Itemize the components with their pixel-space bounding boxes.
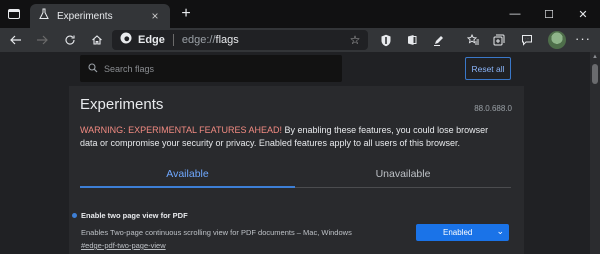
address-bar-url: edge://flags (181, 34, 239, 46)
collections-icon[interactable] (491, 32, 507, 48)
flag-name: Enable two page view for PDF (81, 211, 188, 220)
office-extension-icon[interactable] (404, 32, 420, 48)
flags-tabs: Available Unavailable (80, 162, 511, 188)
back-button[interactable] (6, 30, 26, 50)
flag-state-value: Enabled (443, 228, 473, 237)
chevron-down-icon: ⌄ (496, 226, 504, 236)
flag-state-select[interactable]: Enabled ⌄ (416, 224, 509, 241)
new-tab-button[interactable]: + (178, 6, 194, 22)
scroll-thumb[interactable] (592, 64, 598, 84)
minimize-button[interactable]: — (498, 0, 532, 28)
close-window-button[interactable]: ✕ (566, 0, 600, 28)
profile-avatar[interactable] (548, 31, 566, 49)
tab-title: Experiments (57, 10, 113, 22)
edge-logo-icon (120, 31, 132, 49)
tab-experiments[interactable]: Experiments × (30, 4, 170, 28)
page-scrollbar[interactable]: ▲ (590, 52, 600, 254)
forward-button[interactable] (32, 30, 52, 50)
favorites-list-icon[interactable] (465, 32, 481, 48)
close-tab-icon[interactable]: × (148, 9, 162, 23)
flag-permalink[interactable]: #edge-pdf-two-page-view (81, 241, 166, 250)
shield-extension-icon[interactable] (378, 32, 394, 48)
experiments-panel: Experiments 88.0.688.0 WARNING: EXPERIME… (69, 86, 524, 254)
warning-heading: WARNING: EXPERIMENTAL FEATURES AHEAD! (80, 125, 283, 135)
modified-indicator (72, 213, 77, 218)
page-title: Experiments (80, 96, 164, 113)
maximize-button[interactable]: ☐ (532, 0, 566, 28)
refresh-button[interactable] (60, 30, 80, 50)
version-label: 88.0.688.0 (474, 104, 512, 113)
flag-description: Enables Two-page continuous scrolling vi… (81, 228, 352, 237)
browser-toolbar: Edge edge://flags ☆ ··· (0, 28, 600, 52)
settings-more-icon[interactable]: ··· (574, 32, 592, 48)
tab-actions-icon[interactable] (0, 0, 28, 28)
flask-icon (38, 7, 50, 25)
tab-unavailable[interactable]: Unavailable (295, 162, 511, 188)
favorite-star-icon[interactable]: ☆ (348, 33, 362, 47)
flags-page: Search flags Reset all Experiments 88.0.… (0, 52, 590, 254)
search-icon (88, 60, 98, 78)
warning-message: WARNING: EXPERIMENTAL FEATURES AHEAD! By… (80, 124, 505, 150)
address-bar-brand: Edge (138, 34, 165, 46)
pen-extension-icon[interactable] (431, 32, 447, 48)
address-bar-divider (172, 34, 174, 46)
home-button[interactable] (87, 30, 107, 50)
tab-available[interactable]: Available (80, 162, 295, 188)
scroll-up-arrow-icon[interactable]: ▲ (592, 54, 598, 60)
search-flags-input[interactable]: Search flags (80, 55, 342, 82)
feedback-icon[interactable] (519, 32, 535, 48)
flag-item: Enable two page view for PDF Enables Two… (69, 204, 524, 254)
search-placeholder: Search flags (104, 63, 155, 74)
address-bar[interactable]: Edge edge://flags ☆ (112, 30, 368, 50)
reset-all-button[interactable]: Reset all (465, 57, 511, 80)
tab-strip: Experiments × + — ☐ ✕ (0, 0, 600, 28)
